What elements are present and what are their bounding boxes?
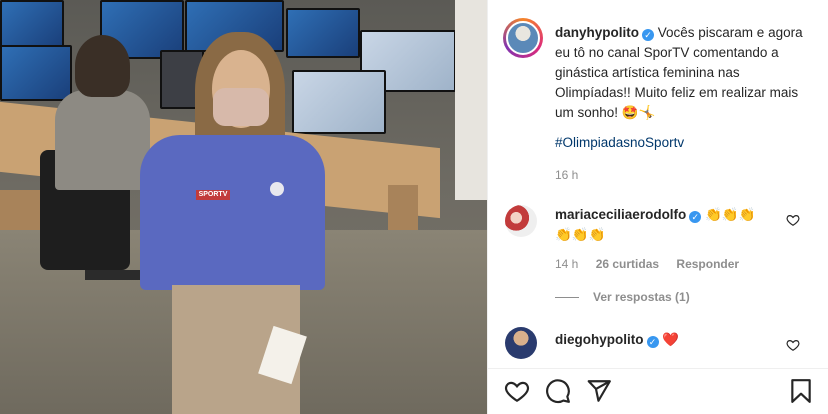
story-ring[interactable] — [503, 18, 543, 58]
post-details-panel: danyhypolito ✓ Vocês piscaram e agora eu … — [487, 0, 828, 414]
commenter-avatar[interactable] — [505, 205, 537, 237]
comment-like-icon[interactable] — [786, 213, 800, 227]
view-replies[interactable]: Ver respostas (1) — [555, 290, 690, 304]
avatar[interactable] — [506, 21, 540, 55]
channel-logo: SPORTV — [196, 190, 230, 200]
comment-time[interactable]: 14 h — [555, 257, 578, 271]
comment-like-icon[interactable] — [786, 338, 800, 352]
comment-username[interactable]: diegohypolito — [555, 332, 644, 347]
comment-username[interactable]: mariaceciliaerodolfo — [555, 207, 686, 222]
share-icon[interactable] — [586, 378, 612, 404]
hashtag-link[interactable]: #OlimpiadasnoSportv — [555, 133, 684, 153]
verified-icon: ✓ — [689, 211, 702, 223]
comment-icon[interactable] — [545, 378, 571, 404]
globo-logo — [270, 182, 284, 196]
comment-text: 👏👏👏 — [555, 227, 606, 242]
comment-text: 👏👏👏 — [705, 207, 756, 222]
verified-icon: ✓ — [642, 29, 654, 41]
monitor — [286, 8, 360, 58]
action-bar-divider — [488, 368, 828, 369]
comment-text: ❤️ — [662, 332, 680, 347]
monitor — [0, 0, 64, 49]
seated-person — [55, 90, 150, 190]
author-username[interactable]: danyhypolito — [555, 25, 639, 40]
monitor — [292, 70, 386, 134]
seated-person-head — [75, 35, 130, 97]
view-replies-label[interactable]: Ver respostas (1) — [593, 290, 690, 304]
post-photo[interactable]: SPORTV — [0, 0, 487, 414]
commenter-avatar[interactable] — [505, 327, 537, 359]
post-caption: danyhypolito ✓ Vocês piscaram e agora eu … — [555, 23, 815, 123]
person-shirt — [140, 135, 325, 290]
divider — [555, 297, 579, 299]
post-timestamp[interactable]: 16 h — [555, 168, 578, 182]
face-mask — [213, 88, 269, 126]
comment: diegohypolito ✓ ❤️ — [555, 330, 785, 350]
comment-likes[interactable]: 26 curtidas — [596, 257, 659, 271]
heart-icon[interactable] — [504, 378, 530, 404]
monitor — [0, 45, 72, 101]
comment: mariaceciliaerodolfo ✓ 👏👏👏 👏👏👏 — [555, 205, 785, 245]
reply-button[interactable]: Responder — [676, 257, 739, 271]
verified-icon: ✓ — [646, 336, 659, 348]
comment-meta: 14 h 26 curtidas Responder — [555, 257, 739, 271]
bookmark-icon[interactable] — [788, 378, 814, 404]
wall-panel — [455, 0, 487, 200]
